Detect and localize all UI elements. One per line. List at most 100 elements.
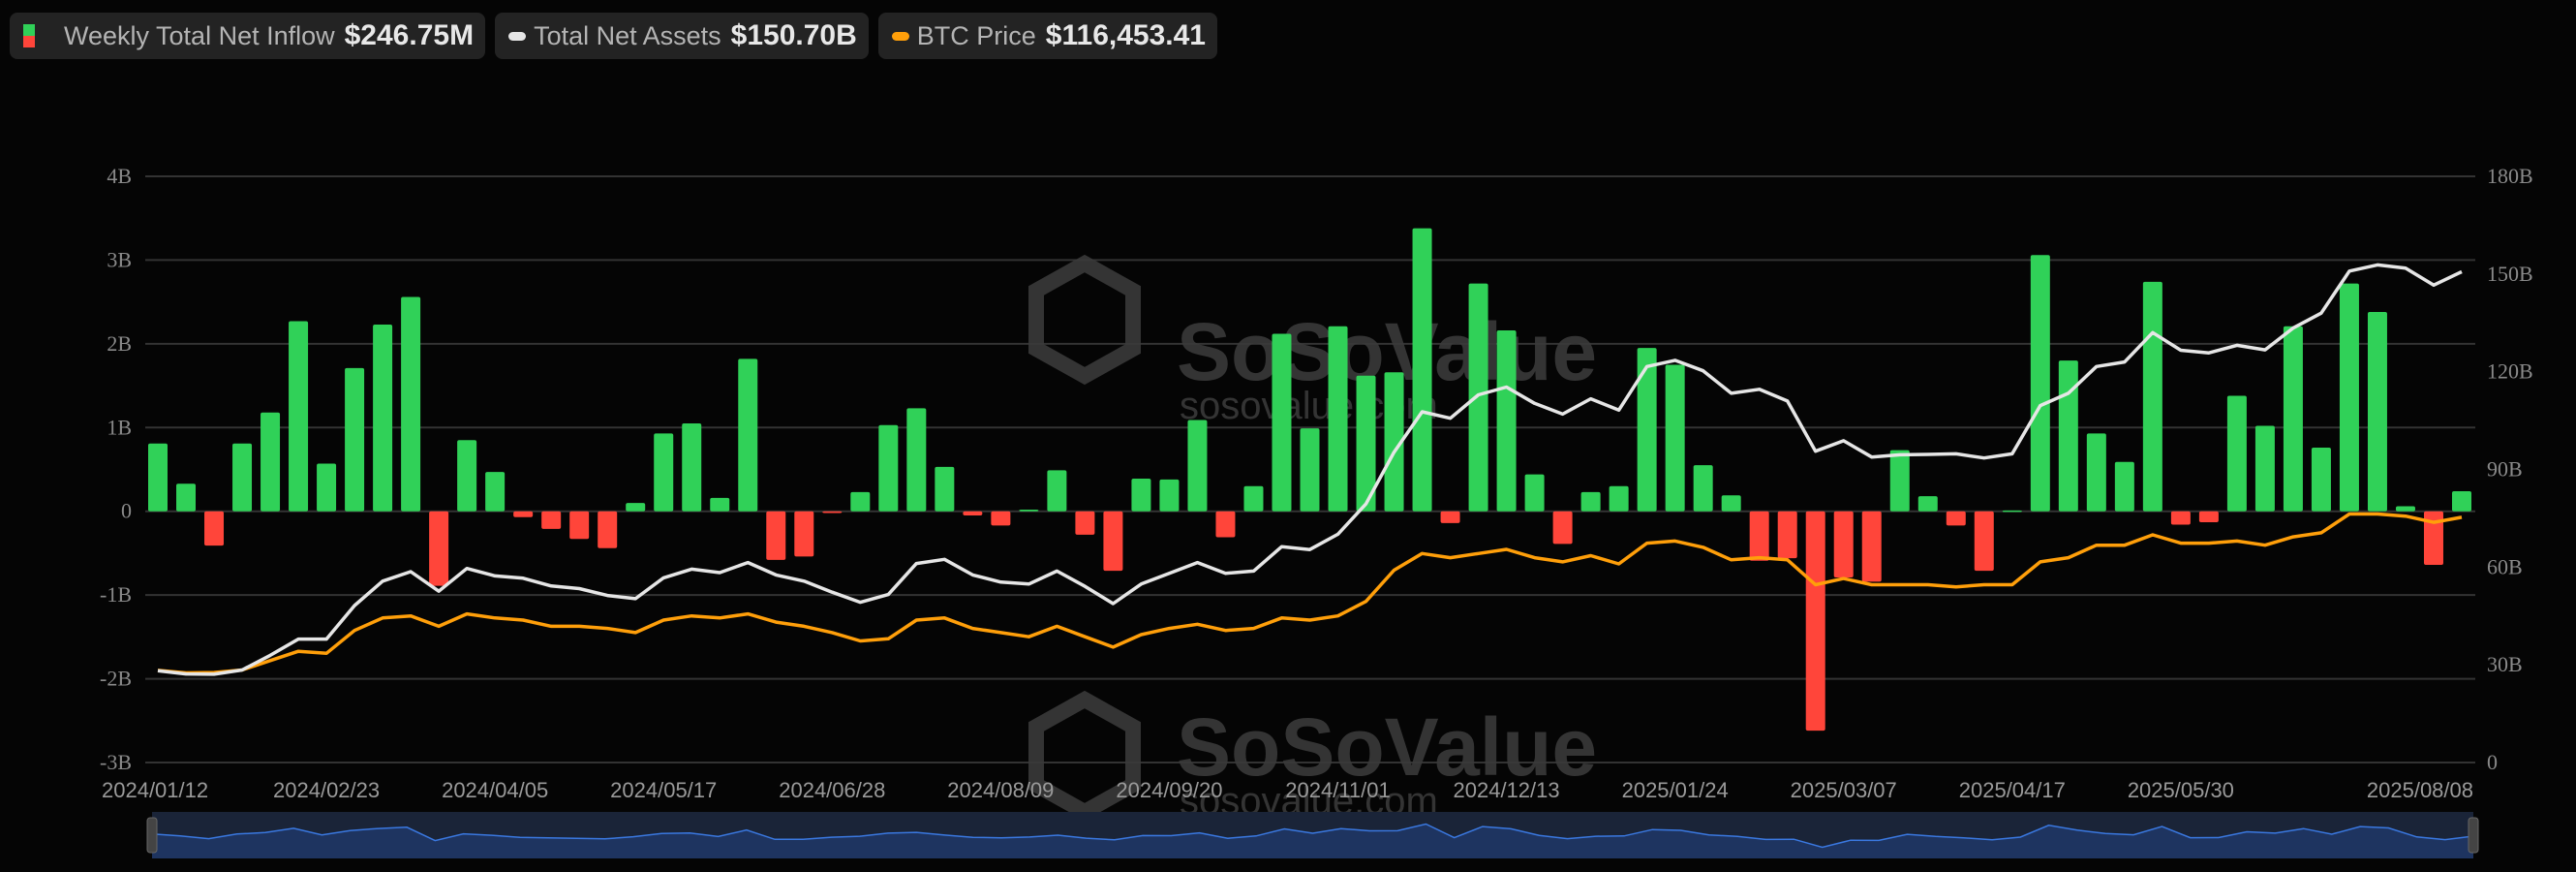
inflow-bar (1749, 511, 1769, 561)
x-tick-label: 2024/02/23 (273, 778, 380, 802)
btc-price-line (157, 512, 2463, 675)
inflow-bar (850, 491, 871, 512)
inflow-bar (261, 412, 281, 512)
inflow-bar (1946, 511, 1966, 526)
x-tick-label: 2024/08/09 (947, 778, 1054, 802)
inflow-bar (991, 511, 1011, 526)
inflow-bar (1552, 511, 1573, 545)
inflow-bar (598, 511, 618, 548)
x-tick-label: 2024/09/20 (1116, 778, 1222, 802)
right-tick-label: 90B (2487, 457, 2523, 482)
x-tick-label: 2025/05/30 (2128, 778, 2234, 802)
left-tick-label: 2B (107, 331, 132, 356)
chart: SoSoValue sosovalue.com SoSoValue sosova… (100, 164, 2533, 858)
inflow-bars (148, 228, 2471, 732)
x-tick-label: 2025/08/08 (2367, 778, 2473, 802)
inflow-bar (2086, 433, 2106, 512)
inflow-bar (766, 511, 786, 560)
inflow-bar (1524, 474, 1545, 512)
left-tick-label: -1B (100, 582, 132, 607)
inflow-bar (1131, 479, 1151, 512)
inflow-bar (1637, 348, 1657, 512)
inflow-bar (2395, 506, 2415, 512)
inflow-bar (1047, 470, 1067, 512)
right-tick-label: 30B (2487, 652, 2523, 676)
inflow-bar (1412, 228, 1432, 512)
inflow-bar (2311, 448, 2331, 512)
x-tick-label: 2024/05/17 (610, 778, 717, 802)
inflow-bar (906, 408, 927, 512)
inflow-bar (317, 463, 337, 512)
inflow-bar (654, 433, 674, 512)
inflow-bar (401, 296, 421, 512)
left-tick-label: 0 (121, 499, 132, 523)
inflow-bar (541, 511, 562, 529)
inflow-bar (2198, 511, 2219, 522)
inflow-bar (1243, 485, 1264, 512)
x-tick-label: 2024/01/12 (102, 778, 208, 802)
watermark-bottom: SoSoValue sosovalue.com (1028, 690, 1597, 823)
inflow-bar (1805, 511, 1825, 732)
inflow-bar (345, 367, 365, 512)
left-tick-label: 1B (107, 415, 132, 439)
x-tick-label: 2024/12/13 (1454, 778, 1560, 802)
inflow-bar (2226, 395, 2247, 512)
inflow-bar (204, 511, 225, 546)
navigator-right-handle[interactable] (2468, 817, 2479, 854)
inflow-bar (1019, 509, 1039, 512)
inflow-bar (794, 511, 814, 557)
inflow-bar (682, 422, 702, 512)
right-tick-label: 120B (2487, 359, 2533, 384)
inflow-bar (1159, 479, 1180, 512)
inflow-bar (1861, 511, 1882, 582)
left-tick-label: -3B (100, 750, 132, 774)
inflow-bar (2030, 255, 2050, 512)
inflow-bar (232, 443, 253, 512)
inflow-bar (2339, 283, 2359, 512)
inflow-bar (1300, 428, 1320, 512)
inflow-bar (1889, 450, 1910, 512)
x-tick-label: 2024/06/28 (779, 778, 885, 802)
inflow-bar (738, 358, 758, 512)
inflow-bar (2114, 461, 2134, 512)
inflow-bar (2002, 510, 2022, 513)
navigator-left-handle[interactable] (146, 817, 158, 854)
inflow-bar (1917, 496, 1938, 512)
inflow-bar (1215, 511, 1236, 538)
inflow-bar (1609, 485, 1629, 512)
inflow-bar (935, 466, 955, 512)
inflow-bar (822, 511, 843, 514)
inflow-bar (2367, 312, 2387, 512)
inflow-bar (1187, 420, 1208, 512)
x-tick-label: 2025/01/24 (1622, 778, 1729, 802)
inflow-bar (1075, 511, 1095, 535)
inflow-bar (1721, 495, 1741, 512)
left-tick-label: -2B (100, 667, 132, 691)
inflow-bar (1328, 326, 1348, 512)
inflow-bar (2142, 281, 2162, 512)
right-tick-label: 150B (2487, 262, 2533, 286)
inflow-bar (1103, 511, 1123, 572)
inflow-bar (1777, 511, 1797, 559)
inflow-bar (1833, 511, 1854, 577)
x-tick-label: 2025/04/17 (1959, 778, 2066, 802)
inflow-bar (176, 483, 197, 512)
inflow-bar (1693, 465, 1713, 512)
x-tick-label: 2024/04/05 (442, 778, 548, 802)
inflow-bar (1974, 511, 1994, 572)
inflow-bar (963, 511, 983, 516)
right-tick-label: 60B (2487, 554, 2523, 578)
left-tick-label: 3B (107, 247, 132, 271)
x-tick-label: 2025/03/07 (1791, 778, 1897, 802)
inflow-bar (569, 511, 590, 540)
navigator[interactable] (146, 812, 2479, 858)
watermark-logo-icon (1028, 254, 1141, 386)
inflow-bar (710, 497, 730, 512)
inflow-bar (626, 503, 646, 512)
inflow-bar (1665, 364, 1685, 512)
inflow-bar (429, 511, 449, 586)
inflow-bar (457, 440, 477, 512)
inflow-bar (289, 321, 309, 512)
right-tick-label: 180B (2487, 164, 2533, 188)
inflow-bar (1580, 491, 1601, 512)
